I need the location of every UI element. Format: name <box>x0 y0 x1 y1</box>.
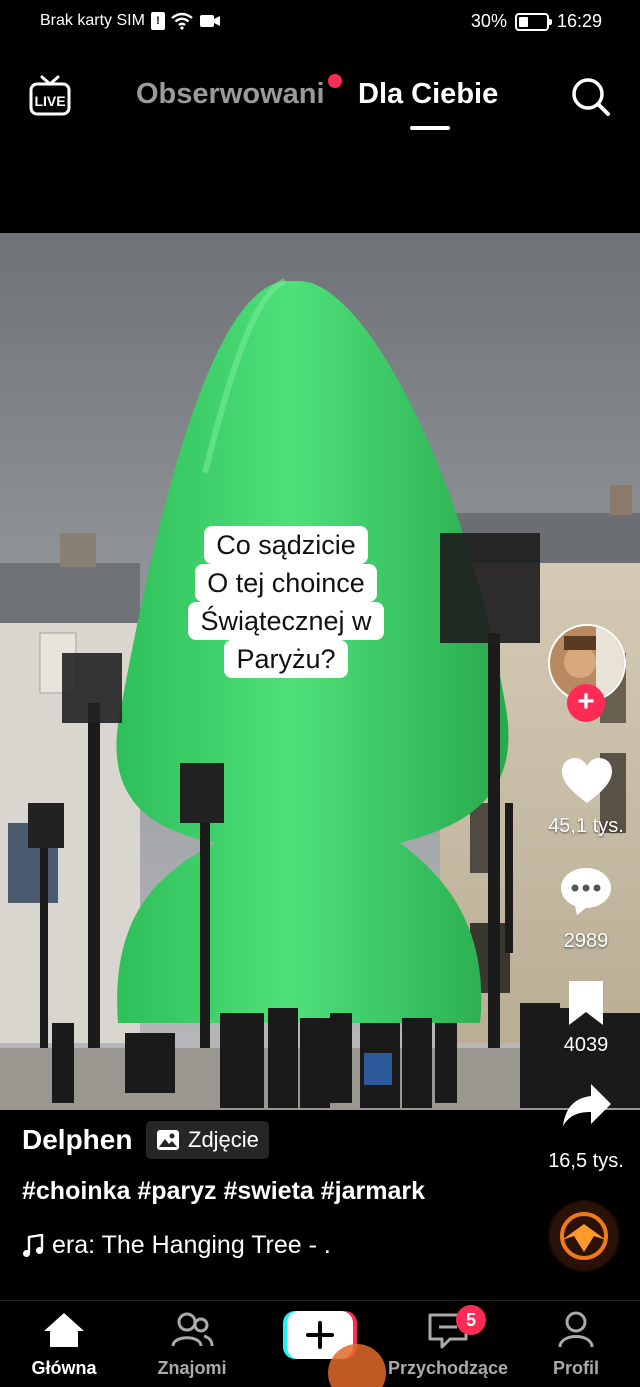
nav-home[interactable]: Główna <box>0 1311 134 1379</box>
battery-percent: 30% <box>470 11 507 31</box>
status-bar: Brak karty SIM ! 30% 16:29 <box>0 0 640 46</box>
photo-type-label: Zdjęcie <box>188 1127 259 1152</box>
comment-count: 2989 <box>563 930 609 952</box>
bottom-nav: Główna Znajomi Przychodzące 5 Profil <box>0 1300 640 1387</box>
nav-friends-label: Znajomi <box>157 1358 227 1378</box>
heart-icon <box>562 758 612 803</box>
nav-home-label: Główna <box>31 1358 97 1378</box>
follow-button[interactable]: + <box>567 684 605 722</box>
profile-icon <box>558 1311 594 1348</box>
music-disc[interactable] <box>548 1200 620 1272</box>
mockingjay-disc-icon <box>550 1202 618 1270</box>
music-row[interactable]: era: The Hanging Tree - . <box>22 1231 352 1260</box>
caption-line: Co sądzicie <box>204 526 368 564</box>
image-icon <box>157 1130 179 1150</box>
search-button[interactable] <box>570 76 612 118</box>
tab-following[interactable]: Obserwowani <box>136 78 325 111</box>
top-nav: LIVE Obserwowani Dla Ciebie <box>0 60 640 140</box>
like-count: 45,1 tys. <box>548 815 624 837</box>
comment-icon <box>561 868 611 915</box>
nav-profile-label: Profil <box>552 1358 599 1378</box>
post-caption-overlay: Co sądzicie O tej choince Świątecznej w … <box>166 526 406 678</box>
carrier-label: Brak karty SIM <box>40 12 145 29</box>
battery-icon <box>514 12 552 31</box>
save-button[interactable] <box>566 978 606 1033</box>
active-tab-indicator <box>410 126 450 130</box>
nav-inbox-label: Przychodzące <box>387 1358 509 1378</box>
caption-line: Świątecznej w <box>188 602 384 640</box>
share-arrow-icon <box>563 1084 611 1126</box>
status-left: Brak karty SIM ! <box>40 12 221 30</box>
author-name[interactable]: Delphen <box>22 1124 132 1156</box>
share-button[interactable] <box>561 1082 613 1133</box>
like-button[interactable] <box>561 757 613 810</box>
nav-inbox[interactable]: Przychodzące <box>378 1311 518 1379</box>
bookmark-icon <box>569 981 603 1025</box>
clock: 16:29 <box>556 11 602 31</box>
inbox-badge: 5 <box>456 1305 486 1335</box>
photo-type-tag: Zdjęcie <box>146 1121 269 1159</box>
live-tv-icon: LIVE <box>29 75 71 116</box>
caption-line: Paryżu? <box>224 640 348 678</box>
wifi-icon <box>171 12 193 30</box>
comment-button[interactable] <box>559 866 613 921</box>
camera-status-icon <box>199 15 220 27</box>
music-title: era: The Hanging Tree - . <box>52 1231 331 1259</box>
friends-icon <box>171 1312 214 1347</box>
home-icon <box>44 1313 84 1347</box>
caption-line: O tej choince <box>195 564 377 602</box>
save-count: 4039 <box>563 1034 609 1056</box>
nav-friends[interactable]: Znajomi <box>122 1311 262 1379</box>
share-count: 16,5 tys. <box>548 1150 624 1172</box>
live-button[interactable]: LIVE <box>28 74 72 118</box>
music-note-icon <box>23 1233 44 1257</box>
post-hashtags[interactable]: #choinka #paryz #swieta #jarmark <box>22 1177 425 1206</box>
nav-profile[interactable]: Profil <box>506 1311 640 1379</box>
status-right: 30% 16:29 <box>471 11 602 32</box>
tab-for-you[interactable]: Dla Ciebie <box>358 78 498 111</box>
svg-text:LIVE: LIVE <box>34 93 65 109</box>
sim-alert-icon: ! <box>150 12 165 30</box>
following-new-dot <box>328 74 342 88</box>
search-icon <box>572 78 610 116</box>
